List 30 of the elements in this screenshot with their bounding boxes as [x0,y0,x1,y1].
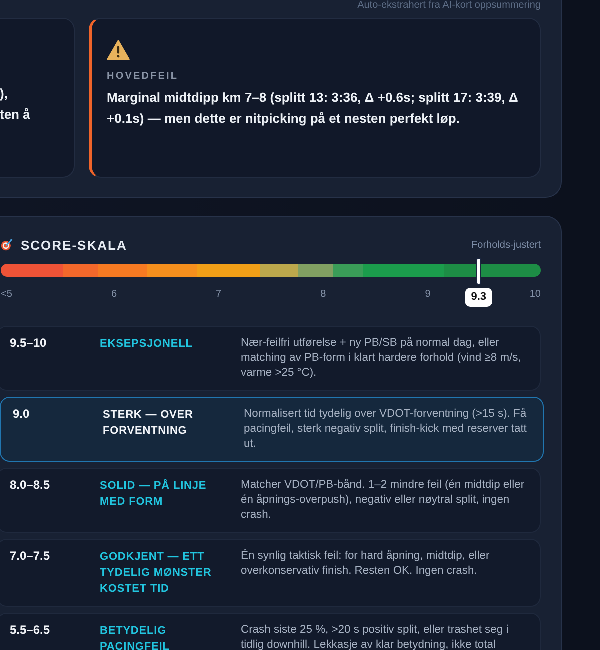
section-title: SCORE-SKALA [21,238,128,252]
score-description: Crash siste 25 %, >20 s positiv split, eller trashet seg i tidlig downhill. Lekkasje av klar betydning, ikke total [241,623,510,650]
score-label: GODKJENT — ETT TYDELIG MØNSTER KOSTET TID [100,550,213,597]
score-label: STERK — OVER FORVENTNING [103,408,194,439]
score-description: Normalisert tid tydelig over VDOT-forventning (>15 s). Få pacingfeil, sterk negativ split, finish-kick med reserver tatt ut. [244,407,528,452]
score-description: Matcher VDOT/PB-bånd. 1–2 mindre feil (én midtdip eller én åpnings-overpush), negativ eller nøytral split, ingen crash. [241,478,526,523]
score-badge: 9.3 [465,288,493,307]
panel-subtitle: Auto-ekstrahert fra AI-kort oppsummering [358,0,541,13]
card-text: Marginal midtdipp km 7–8 (splitt 13: 3:36, Δ +0.6s; splitt 17: 3:39, Δ +0.1s) — men dette er nitpicking på et nesten perfekt løp. [107,89,520,128]
score-range: 8.0–8.5 [10,478,52,494]
tick-label: 9 [425,289,431,301]
card-label: HOVEDFEIL [107,71,179,83]
score-description: Nær-feilfri utførelse + ny PB/SB på normal dag, eller matching av PB-form i klart hardere forhold (vind ≥8 m/s, varme >25 °C). [241,336,522,381]
scale-note: Forholds-justert [472,240,541,250]
tick-label: 10 [530,289,541,301]
score-label: EKSEPSJONELL [100,337,194,352]
score-range: 9.5–10 [10,336,48,352]
score-label: SOLID — PÅ LINJE MED FORM [100,478,208,510]
score-range: 9.0 [13,407,31,423]
tick-label: 7 [216,289,222,301]
score-range: 5.5–6.5 [10,623,52,639]
card-text: ), ten å [0,85,32,124]
score-label: BETYDELIG PACINGFEIL [100,624,171,650]
tick-label: 6 [111,289,117,301]
warning-icon [107,40,130,60]
tick-label: 8 [320,289,326,301]
score-range: 7.0–7.5 [10,549,52,565]
tick-label: <5 [1,289,12,301]
score-description: Én synlig taktisk feil: for hard åpning, midtdip, eller overkonservativ finish. Resten OK. Ingen crash. [241,549,491,579]
target-icon [1,239,13,251]
